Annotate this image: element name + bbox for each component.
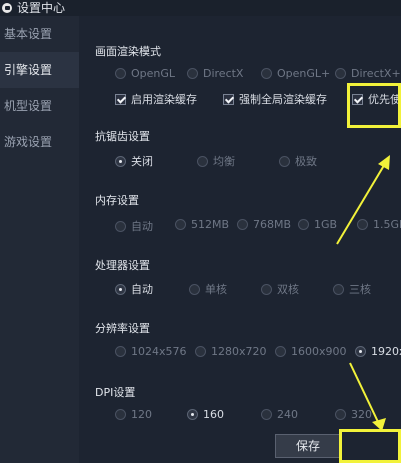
cpu-option-auto[interactable]: 自动 xyxy=(115,281,153,297)
render-option-opengl-plus[interactable]: OpenGL+ xyxy=(261,67,330,80)
resolution-option-1920x[interactable]: 1920x xyxy=(355,345,401,358)
checkmark-icon xyxy=(352,93,363,105)
memory-option-1gb[interactable]: 1GB xyxy=(298,218,337,231)
radio-icon xyxy=(187,68,198,79)
radio-icon xyxy=(335,68,346,79)
radio-icon xyxy=(357,219,368,230)
memory-option-auto[interactable]: 自动 xyxy=(115,218,153,234)
radio-icon xyxy=(237,219,248,230)
save-button[interactable]: 保存 xyxy=(275,434,341,458)
render-option-directx[interactable]: DirectX xyxy=(187,67,243,80)
priority-checkbox[interactable]: 优先使 xyxy=(352,91,401,107)
radio-icon xyxy=(333,283,344,295)
radio-icon xyxy=(187,409,198,420)
resolution-option-1600x900[interactable]: 1600x900 xyxy=(275,345,347,358)
antialias-title: 抗锯齿设置 xyxy=(95,130,150,143)
dpi-option-120[interactable]: 120 xyxy=(115,408,152,421)
cpu-option-dual-core[interactable]: 双核 xyxy=(261,281,299,297)
settings-window: 设置中心 基本设置 引擎设置 机型设置 游戏设置 画面渲染模式 OpenGL D… xyxy=(0,0,401,463)
sidebar-item-device[interactable]: 机型设置 xyxy=(0,88,79,124)
radio-icon xyxy=(115,409,126,420)
render-mode-title: 画面渲染模式 xyxy=(95,45,161,58)
radio-icon xyxy=(195,346,206,357)
radio-icon xyxy=(115,155,126,167)
resolution-title: 分辨率设置 xyxy=(95,322,150,335)
antialias-option-balanced[interactable]: 均衡 xyxy=(197,153,235,169)
title-bar: 设置中心 xyxy=(0,0,401,16)
memory-option-512mb[interactable]: 512MB xyxy=(175,218,229,231)
radio-icon xyxy=(115,346,126,357)
sidebar-item-game[interactable]: 游戏设置 xyxy=(0,124,79,160)
dpi-title: DPI设置 xyxy=(95,386,136,399)
cpu-title: 处理器设置 xyxy=(95,259,150,272)
memory-title: 内存设置 xyxy=(95,194,139,207)
app-logo-icon xyxy=(2,3,12,13)
render-cache-checkbox[interactable]: 启用渲染缓存 xyxy=(115,91,197,107)
radio-icon xyxy=(298,219,309,230)
memory-option-768mb[interactable]: 768MB xyxy=(237,218,291,231)
radio-icon xyxy=(115,68,126,79)
global-render-cache-checkbox[interactable]: 强制全局渲染缓存 xyxy=(223,91,327,107)
checkmark-icon xyxy=(223,93,234,105)
window-title: 设置中心 xyxy=(17,1,66,15)
radio-icon xyxy=(355,346,366,357)
radio-icon xyxy=(261,283,272,295)
radio-icon xyxy=(335,409,346,420)
radio-icon xyxy=(115,283,126,295)
antialias-option-extreme[interactable]: 极致 xyxy=(279,153,317,169)
dpi-option-240[interactable]: 240 xyxy=(261,408,298,421)
render-option-directx-plus[interactable]: DirectX+ xyxy=(335,67,401,80)
dpi-option-160[interactable]: 160 xyxy=(187,408,224,421)
radio-icon xyxy=(189,283,200,295)
radio-icon xyxy=(279,155,290,167)
radio-icon xyxy=(115,220,126,232)
radio-icon xyxy=(261,68,272,79)
radio-icon xyxy=(175,219,186,230)
radio-icon xyxy=(197,155,208,167)
antialias-option-off[interactable]: 关闭 xyxy=(115,153,153,169)
dpi-option-320[interactable]: 320 xyxy=(335,408,372,421)
radio-icon xyxy=(261,409,272,420)
checkmark-icon xyxy=(115,93,126,105)
cpu-option-triple-core[interactable]: 三核 xyxy=(333,281,371,297)
sidebar-item-basic[interactable]: 基本设置 xyxy=(0,16,79,52)
memory-option-1-5gb[interactable]: 1.5GB xyxy=(357,218,401,231)
settings-panel: 画面渲染模式 OpenGL DirectX OpenGL+ DirectX+ 启… xyxy=(79,16,401,463)
resolution-option-1024x576[interactable]: 1024x576 xyxy=(115,345,187,358)
resolution-option-1280x720[interactable]: 1280x720 xyxy=(195,345,267,358)
radio-icon xyxy=(275,346,286,357)
sidebar-item-engine[interactable]: 引擎设置 xyxy=(0,52,79,88)
sidebar: 基本设置 引擎设置 机型设置 游戏设置 xyxy=(0,16,79,463)
cpu-option-single-core[interactable]: 单核 xyxy=(189,281,227,297)
render-option-opengl[interactable]: OpenGL xyxy=(115,67,175,80)
